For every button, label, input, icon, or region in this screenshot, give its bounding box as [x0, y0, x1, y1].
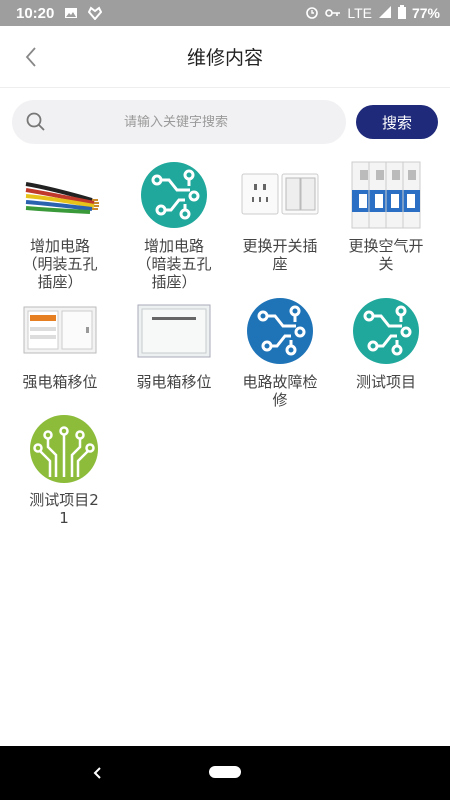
back-button[interactable]	[20, 44, 44, 70]
image-notification-icon	[64, 6, 78, 20]
repair-item[interactable]: 电路故障检修	[224, 291, 336, 409]
search-input[interactable]	[46, 114, 306, 130]
search-icon	[26, 112, 45, 131]
repair-item[interactable]: 强电箱移位	[4, 291, 116, 391]
status-bar: 10:20 LTE 77%	[0, 0, 450, 26]
circuit-teal-icon	[118, 155, 230, 235]
repair-item-label: 测试项目21	[29, 491, 99, 527]
repair-item-label: 强电箱移位	[22, 373, 98, 391]
chevron-left-icon	[25, 47, 36, 67]
repair-item-label: 增加电路（明装五孔插座）	[22, 237, 98, 291]
circuit-green-icon	[8, 409, 120, 489]
home-pill-button[interactable]	[209, 766, 241, 778]
circuit-blue-icon	[224, 291, 336, 371]
repair-item[interactable]: 更换空气开关	[330, 155, 442, 273]
repair-item[interactable]: 更换开关插座	[224, 155, 336, 273]
network-type: LTE	[347, 5, 372, 21]
repair-item[interactable]: 增加电路（暗装五孔插座）	[118, 155, 230, 291]
repair-item[interactable]: 测试项目	[330, 291, 442, 391]
repair-item-label: 增加电路（暗装五孔插座）	[136, 237, 212, 291]
search-box	[12, 100, 346, 144]
nav-back-button[interactable]	[88, 763, 108, 783]
repair-item-label: 测试项目	[355, 373, 416, 391]
key-icon	[325, 5, 341, 21]
repair-item[interactable]: 弱电箱移位	[118, 291, 230, 391]
signal-icon	[378, 5, 392, 22]
circuit-teal-icon	[330, 291, 442, 371]
search-button[interactable]: 搜索	[356, 105, 438, 139]
socket-switch-image	[224, 155, 336, 235]
weak-box-image	[118, 291, 230, 371]
battery-level: 77%	[411, 5, 440, 21]
alarm-icon	[305, 5, 319, 22]
system-nav-bar	[0, 746, 450, 800]
chevron-left-icon	[93, 767, 101, 779]
app-notification-icon	[88, 6, 103, 21]
app-header: 维修内容	[0, 26, 450, 88]
battery-icon	[397, 4, 406, 22]
wires-image	[4, 155, 116, 235]
status-time: 10:20	[16, 4, 55, 22]
repair-item[interactable]: 增加电路（明装五孔插座）	[4, 155, 116, 291]
repair-item-label: 更换开关插座	[242, 237, 318, 273]
repair-item-label: 弱电箱移位	[136, 373, 212, 391]
repair-item[interactable]: 测试项目21	[8, 409, 120, 527]
power-box-image	[4, 291, 116, 371]
page-title: 维修内容	[186, 47, 263, 69]
repair-item-label: 更换空气开关	[348, 237, 424, 273]
search-bar: 搜索	[12, 100, 440, 144]
circuit-breaker-image	[330, 155, 442, 235]
repair-item-label: 电路故障检修	[242, 373, 318, 409]
